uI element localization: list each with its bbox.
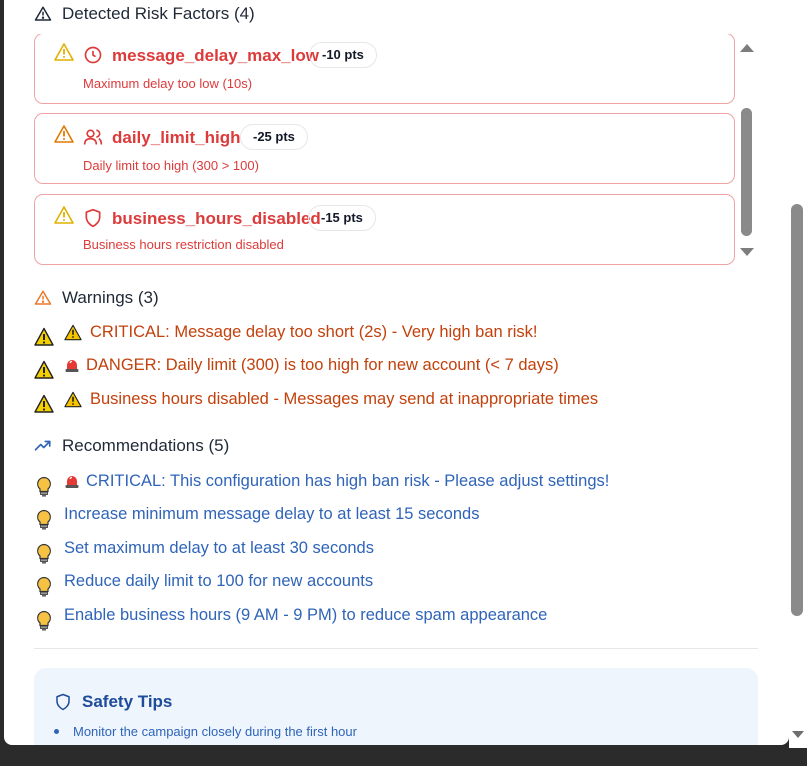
warning-sign-icon: [34, 394, 54, 414]
recommendation-text: Enable business hours (9 AM - 9 PM) to r…: [64, 605, 548, 624]
lightbulb-icon: [34, 543, 54, 564]
safety-tip-item: Monitor the campaign closely during the …: [54, 724, 357, 739]
warning-emoji-icon: [64, 324, 82, 341]
shield-icon: [54, 693, 72, 711]
scroll-up-arrow-icon[interactable]: [740, 44, 754, 52]
warning-text: CRITICAL: Message delay too short (2s) -…: [90, 322, 538, 341]
risk-factors-title: Detected Risk Factors (4): [62, 4, 255, 23]
lightbulb-icon: [34, 509, 54, 530]
risk-factor-description: Daily limit too high (300 > 100): [83, 158, 259, 173]
points-badge: -10 pts: [309, 42, 377, 68]
lightbulb-icon: [34, 476, 54, 497]
recommendation-text: Reduce daily limit to 100 for new accoun…: [64, 571, 374, 590]
recommendation-text: Increase minimum message delay to at lea…: [64, 504, 480, 523]
warning-sign-icon: [34, 360, 54, 380]
risk-card: business_hours_disabled -15 pts Business…: [34, 194, 735, 265]
warning-item: CRITICAL: Message delay too short (2s) -…: [34, 318, 538, 346]
recommendation-item: Reduce daily limit to 100 for new accoun…: [34, 567, 374, 597]
risk-factor-list[interactable]: message_delay_max_low -10 pts Maximum de…: [34, 34, 736, 267]
safety-tip-text: Monitor the campaign closely during the …: [73, 724, 357, 739]
alert-triangle-icon: [34, 289, 52, 307]
clock-icon: [83, 45, 103, 65]
warning-sign-icon: [34, 327, 54, 347]
lightbulb-icon: [34, 576, 54, 597]
scroll-down-arrow-icon[interactable]: [740, 248, 754, 256]
warnings-heading: Warnings (3): [34, 288, 159, 308]
warning-text: DANGER: Daily limit (300) is too high fo…: [86, 355, 559, 374]
recommendation-item: Increase minimum message delay to at lea…: [34, 500, 480, 530]
siren-emoji-icon: [64, 357, 80, 373]
warning-item: DANGER: Daily limit (300) is too high fo…: [34, 351, 559, 379]
safety-tips-title: Safety Tips: [82, 692, 173, 711]
warning-item: Business hours disabled - Messages may s…: [34, 385, 598, 413]
trending-up-icon: [34, 437, 52, 455]
scrollbar-thumb[interactable]: [741, 108, 752, 236]
risk-factor-description: Maximum delay too low (10s): [83, 76, 253, 91]
warning-emoji-icon: [54, 125, 74, 143]
risk-card: daily_limit_high -25 pts Daily limit too…: [34, 113, 735, 184]
warning-emoji-icon: [54, 206, 74, 224]
shield-icon: [83, 208, 103, 228]
warning-text: Business hours disabled - Messages may s…: [90, 389, 599, 408]
recommendations-heading: Recommendations (5): [34, 436, 229, 456]
points-badge: -25 pts: [240, 124, 308, 150]
recommendation-text: CRITICAL: This configuration has high ba…: [86, 471, 610, 490]
recommendations-title: Recommendations (5): [62, 436, 230, 455]
warning-emoji-icon: [64, 391, 82, 408]
scrollbar-thumb[interactable]: [791, 204, 803, 616]
safety-tips-heading: Safety Tips: [54, 692, 172, 712]
risk-factors-heading: Detected Risk Factors (4): [34, 4, 255, 24]
recommendation-item: Set maximum delay to at least 30 seconds: [34, 534, 374, 564]
recommendation-item: CRITICAL: This configuration has high ba…: [34, 467, 610, 497]
risk-factor-name: message_delay_max_low: [112, 46, 319, 65]
warnings-title: Warnings (3): [62, 288, 159, 307]
page-scrollbar[interactable]: [789, 0, 807, 748]
safety-tips-box: Safety Tips Monitor the campaign closely…: [34, 668, 758, 745]
lightbulb-icon: [34, 610, 54, 631]
recommendation-text: Set maximum delay to at least 30 seconds: [64, 538, 374, 557]
scroll-down-arrow-icon[interactable]: [792, 731, 804, 738]
risk-analysis-panel: Detected Risk Factors (4) message_delay_…: [4, 0, 789, 745]
risk-factor-description: Business hours restriction disabled: [83, 237, 284, 252]
section-divider: [34, 648, 758, 649]
warning-emoji-icon: [54, 43, 74, 61]
users-icon: [83, 127, 103, 147]
siren-emoji-icon: [64, 473, 80, 489]
recommendation-item: Enable business hours (9 AM - 9 PM) to r…: [34, 601, 548, 631]
risk-list-scrollbar[interactable]: [737, 36, 755, 266]
bullet-dot: [54, 729, 59, 734]
risk-factor-name: daily_limit_high: [112, 128, 241, 147]
risk-card: message_delay_max_low -10 pts Maximum de…: [34, 34, 735, 104]
risk-factor-name: business_hours_disabled: [112, 209, 321, 228]
points-badge: -15 pts: [308, 205, 376, 231]
alert-triangle-icon: [34, 5, 52, 23]
